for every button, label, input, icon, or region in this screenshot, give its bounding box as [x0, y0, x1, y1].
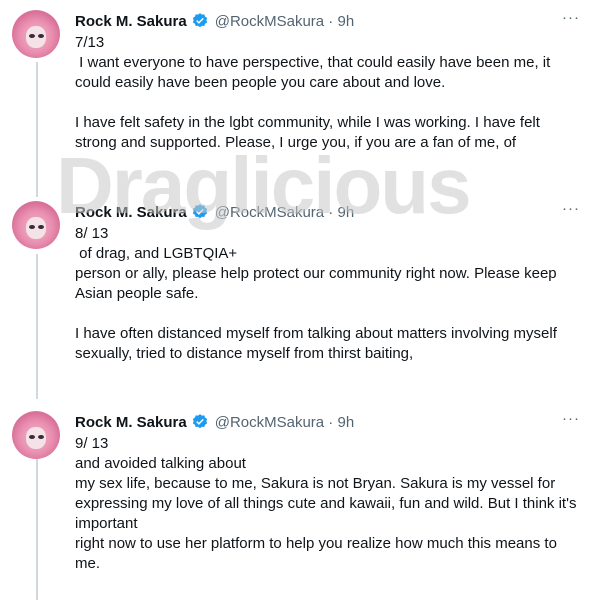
more-options-icon[interactable]: ···: [560, 411, 582, 432]
avatar[interactable]: [12, 10, 60, 58]
tweet-text: 9/ 13 and avoided talking about my sex l…: [75, 435, 577, 572]
avatar-eye: [38, 225, 44, 229]
avatar-eye: [38, 435, 44, 439]
avatar-eye: [29, 225, 35, 229]
more-options-icon[interactable]: ···: [560, 201, 582, 222]
avatar-eye: [29, 435, 35, 439]
verified-badge-icon: [192, 414, 207, 429]
thread-line: [36, 455, 38, 600]
avatar[interactable]: [12, 411, 60, 459]
tweet-text: 8/ 13 of drag, and LGBTQIA+ person or al…: [75, 225, 557, 362]
handle-timestamp[interactable]: @RockMSakura · 9h: [215, 414, 354, 431]
tweet-text: 7/13 I want everyone to have perspective…: [75, 34, 551, 151]
tweet-header: Rock M. Sakura @RockMSakura · 9h: [75, 10, 354, 32]
display-name[interactable]: Rock M. Sakura: [75, 414, 187, 431]
tweet-header: Rock M. Sakura @RockMSakura · 9h: [75, 411, 354, 433]
verified-badge-icon: [192, 13, 207, 28]
thread-line: [36, 62, 38, 197]
avatar-eye: [29, 34, 35, 38]
handle-timestamp[interactable]: @RockMSakura · 9h: [215, 13, 354, 30]
thread-line: [36, 254, 38, 399]
handle-timestamp[interactable]: @RockMSakura · 9h: [215, 204, 354, 221]
display-name[interactable]: Rock M. Sakura: [75, 13, 187, 30]
tweet-header: Rock M. Sakura @RockMSakura · 9h: [75, 201, 354, 223]
verified-badge-icon: [192, 204, 207, 219]
more-options-icon[interactable]: ···: [560, 10, 582, 31]
avatar[interactable]: [12, 201, 60, 249]
display-name[interactable]: Rock M. Sakura: [75, 204, 187, 221]
avatar-eye: [38, 34, 44, 38]
